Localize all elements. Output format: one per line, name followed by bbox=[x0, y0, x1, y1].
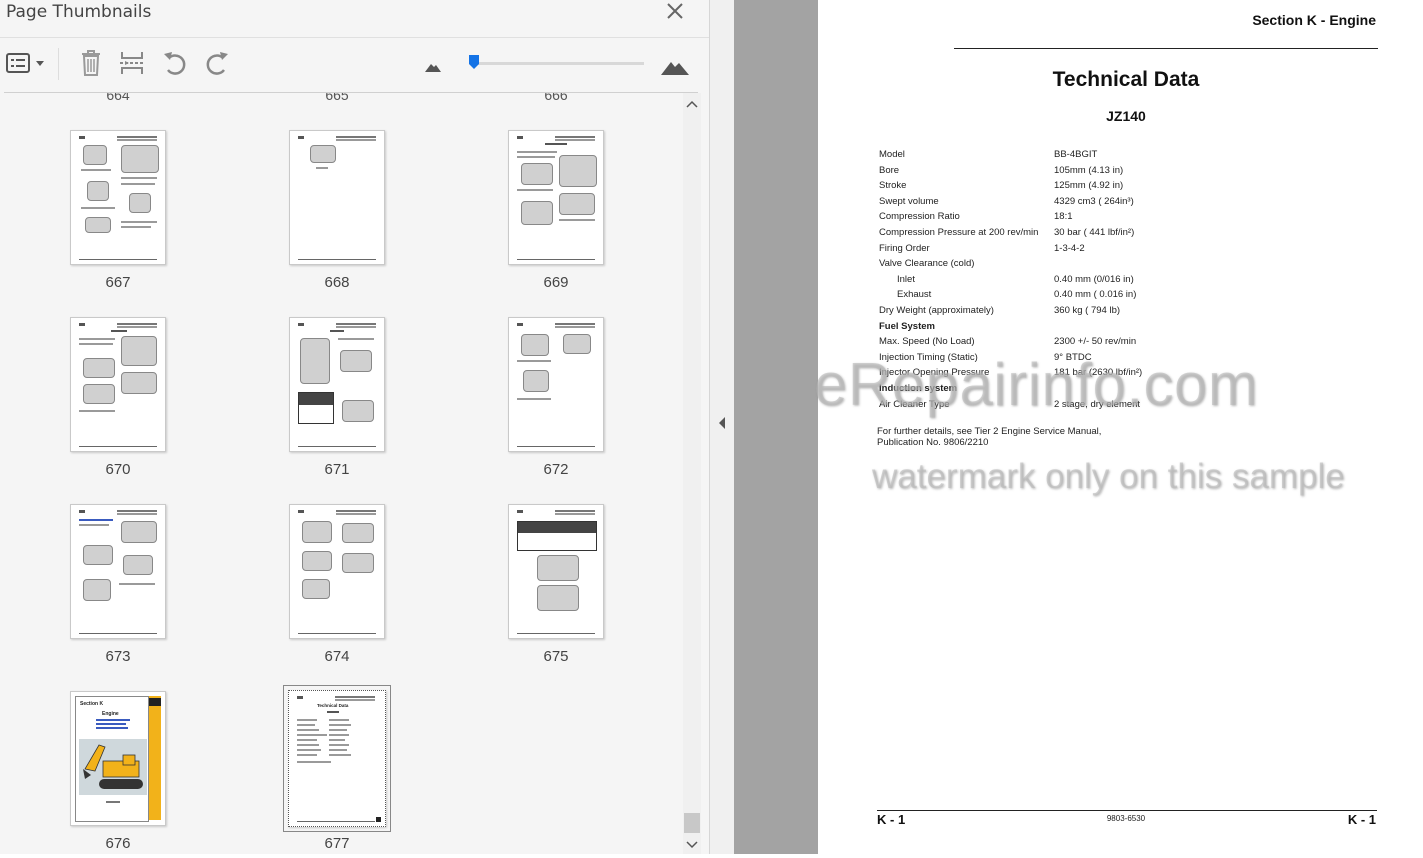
rotate-clockwise-button[interactable] bbox=[202, 48, 232, 78]
scrollbar-thumb[interactable] bbox=[684, 813, 700, 833]
thumbnail-number: 667 bbox=[105, 274, 131, 291]
spec-label: Fuel System bbox=[879, 320, 935, 332]
spec-value: 18:1 bbox=[1054, 211, 1073, 223]
spec-value: BB-4BGIT bbox=[1054, 149, 1098, 160]
large-mountain-icon bbox=[661, 62, 689, 75]
spec-value: 125mm (4.92 in) bbox=[1054, 180, 1124, 192]
spec-label: Stroke bbox=[879, 180, 907, 192]
scroll-down-button[interactable] bbox=[683, 835, 701, 853]
toolbar-separator bbox=[58, 48, 59, 80]
page-title: Technical Data bbox=[1052, 68, 1200, 91]
spec-value: 105mm (4.13 in) bbox=[1054, 164, 1124, 176]
thumbnail-number: 665 bbox=[325, 93, 349, 103]
header-rule bbox=[954, 48, 1378, 49]
spec-label: Compression Ratio bbox=[879, 211, 960, 223]
thumbnail-number: 676 bbox=[105, 835, 131, 852]
spec-value: 30 bar ( 441 lbf/in²) bbox=[1054, 227, 1135, 238]
rotate-clockwise-icon bbox=[206, 52, 228, 75]
collapse-panel-button[interactable] bbox=[710, 0, 734, 854]
spec-label: Swept volume bbox=[879, 195, 939, 207]
page-thumbnail[interactable] bbox=[508, 130, 604, 265]
thumbnail-grid: 664 665 666 667 668 669 670 671 672 673 … bbox=[0, 93, 682, 854]
thumbnail-number: 666 bbox=[544, 93, 568, 103]
scroll-up-button[interactable] bbox=[683, 96, 701, 114]
thumbnail-number: 668 bbox=[324, 274, 350, 291]
header-divider bbox=[0, 37, 710, 38]
page-thumbnail-current[interactable]: Technical Data bbox=[288, 690, 386, 827]
section-header: Section K - Engine bbox=[1252, 12, 1376, 28]
page-thumbnail[interactable] bbox=[70, 130, 166, 265]
small-mountain-icon bbox=[425, 64, 441, 72]
chevron-up-icon bbox=[686, 100, 698, 108]
model-name: JZ140 bbox=[1106, 108, 1146, 124]
thumbnail-number: 669 bbox=[543, 274, 569, 291]
spec-value: 4329 cm3 ( 264in³) bbox=[1054, 195, 1134, 207]
spec-label: Bore bbox=[879, 164, 900, 176]
thumbnail-number: 664 bbox=[106, 93, 130, 103]
footer-publication-number: 9803-6530 bbox=[1106, 814, 1146, 823]
spec-value: 0.40 mm ( 0.016 in) bbox=[1054, 289, 1137, 301]
page-thumbnail[interactable] bbox=[289, 130, 385, 265]
spec-label: Firing Order bbox=[879, 242, 930, 254]
current-thumb-heading: Technical Data bbox=[317, 703, 349, 708]
spec-value: 1-3-4-2 bbox=[1054, 242, 1085, 254]
footer-rule bbox=[877, 810, 1377, 811]
thumbnail-number: 672 bbox=[543, 461, 569, 478]
thumbnail-scrollbar[interactable] bbox=[683, 93, 701, 854]
page-thumbnail[interactable] bbox=[70, 317, 166, 452]
close-icon bbox=[667, 3, 683, 19]
rotate-counterclockwise-button[interactable] bbox=[160, 48, 190, 78]
reference-note: For further details, see Tier 2 Engine S… bbox=[877, 426, 1102, 448]
cover-section-label: Section K bbox=[80, 701, 104, 707]
footer-page-left: K - 1 bbox=[877, 812, 906, 827]
page-thumbnail-cover[interactable]: Section K Engine bbox=[70, 691, 166, 826]
chevron-down-icon bbox=[686, 841, 698, 849]
watermark-sub: watermark only on this sample bbox=[872, 457, 1345, 496]
zoom-in-thumbnails-button[interactable] bbox=[658, 48, 692, 78]
page-thumbnail[interactable] bbox=[508, 317, 604, 452]
zoom-out-thumbnails-button[interactable] bbox=[420, 48, 446, 78]
thumbnail-number: 675 bbox=[543, 648, 569, 665]
cover-heading: Engine bbox=[102, 711, 119, 717]
spec-label: Model bbox=[879, 149, 905, 160]
slider-handle[interactable] bbox=[468, 54, 480, 70]
spec-label: Dry Weight (approximately) bbox=[879, 305, 994, 316]
spec-value: 360 kg ( 794 lb) bbox=[1054, 305, 1121, 316]
insert-pages-icon bbox=[120, 52, 144, 74]
insert-pages-button[interactable] bbox=[117, 48, 147, 78]
delete-pages-button[interactable] bbox=[76, 48, 106, 78]
thumbnail-number: 673 bbox=[105, 648, 131, 665]
thumbnail-toolbar bbox=[0, 40, 710, 90]
slider-handle-icon bbox=[469, 55, 479, 69]
close-panel-button[interactable] bbox=[664, 0, 686, 22]
thumbnail-number: 677 bbox=[324, 835, 350, 852]
thumbnail-size-slider[interactable] bbox=[470, 62, 644, 65]
options-menu-button[interactable] bbox=[4, 48, 48, 78]
page-thumbnail[interactable] bbox=[289, 317, 385, 452]
thumbnail-number: 674 bbox=[324, 648, 350, 665]
cover-frame: Section K Engine bbox=[75, 696, 149, 822]
page-thumbnail[interactable] bbox=[289, 504, 385, 639]
excavator-image bbox=[79, 739, 147, 795]
watermark-main: eRepairinfo.com bbox=[814, 351, 1259, 418]
delete-pages-icon bbox=[82, 50, 100, 76]
page-thumbnails-panel: Page Thumbnails 664 665 666 667 668 669 … bbox=[0, 0, 710, 854]
options-menu-icon bbox=[6, 53, 44, 73]
spec-label: Valve Clearance (cold) bbox=[879, 258, 975, 270]
thumbnail-number: 670 bbox=[105, 461, 131, 478]
footer-page-right: K - 1 bbox=[1347, 812, 1376, 827]
page-thumbnail[interactable] bbox=[508, 504, 604, 639]
rotate-counterclockwise-icon bbox=[164, 52, 186, 75]
collapse-left-icon bbox=[719, 417, 725, 429]
spec-label: Inlet bbox=[897, 273, 915, 285]
thumbnail-number: 671 bbox=[324, 461, 350, 478]
panel-title: Page Thumbnails bbox=[6, 2, 152, 22]
spec-label: Exhaust bbox=[897, 289, 932, 301]
spec-label: Compression Pressure at 200 rev/min bbox=[879, 227, 1039, 238]
spec-label: Max. Speed (No Load) bbox=[879, 336, 975, 348]
spec-value: 2300 +/- 50 rev/min bbox=[1054, 336, 1137, 348]
spec-value: 0.40 mm (0/016 in) bbox=[1054, 273, 1134, 285]
page-thumbnail[interactable] bbox=[70, 504, 166, 639]
